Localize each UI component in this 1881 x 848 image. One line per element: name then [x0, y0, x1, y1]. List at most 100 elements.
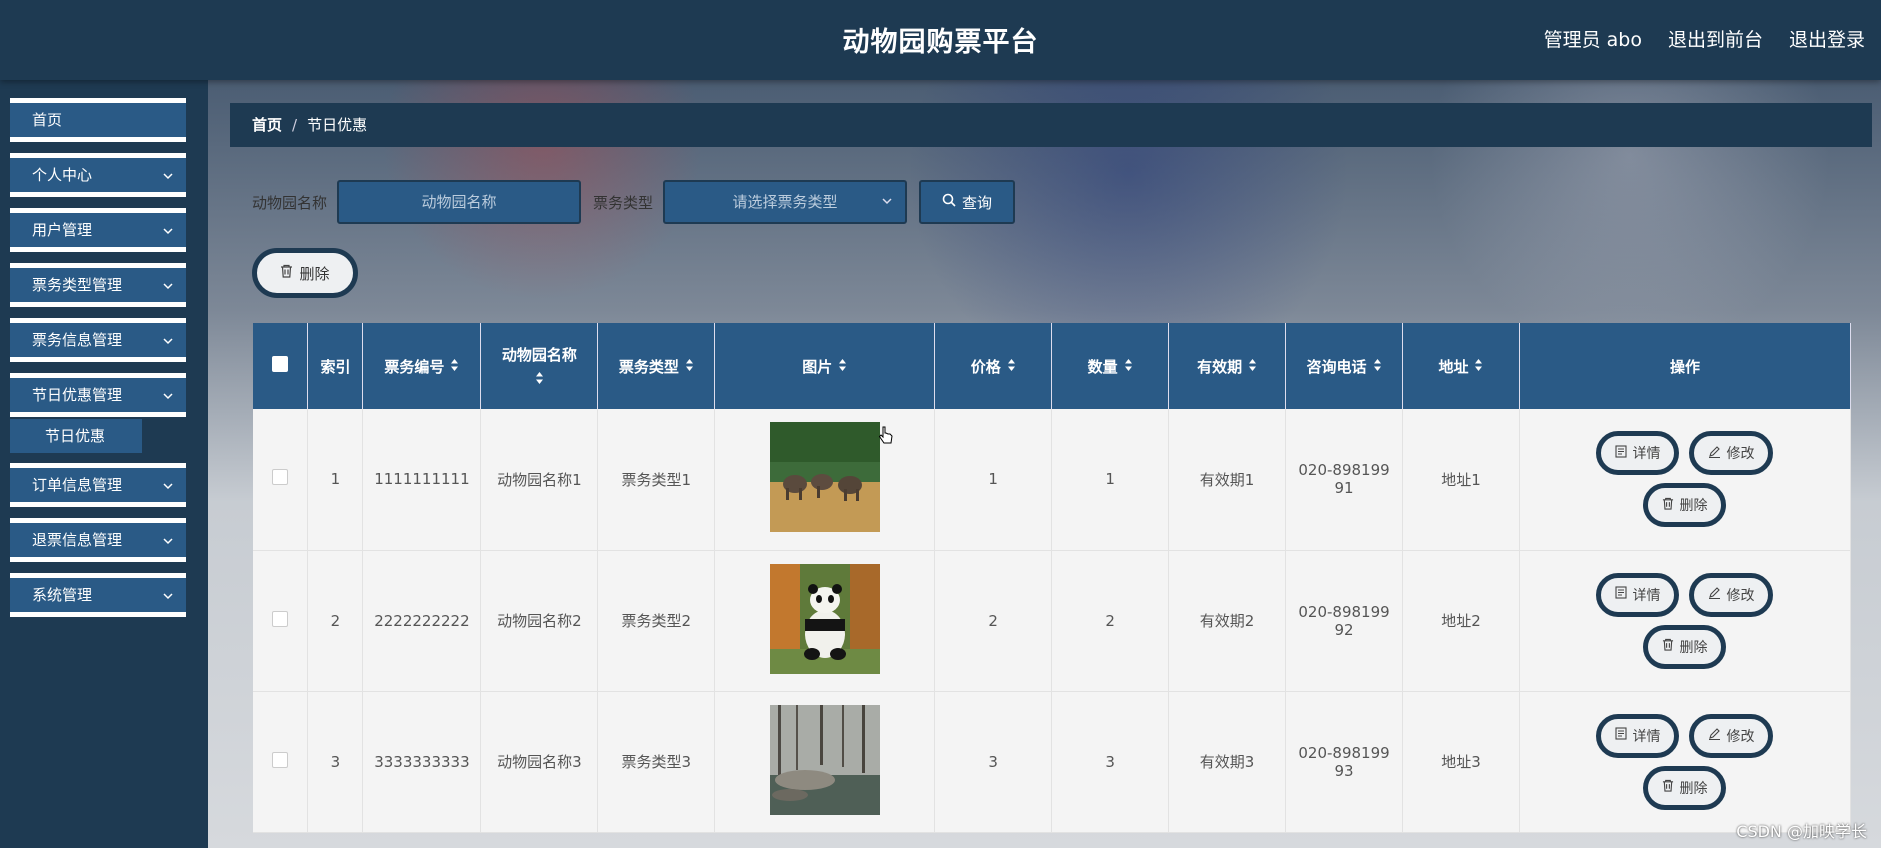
- col-phone[interactable]: 咨询电话: [1285, 323, 1404, 409]
- row-checkbox[interactable]: [272, 751, 289, 768]
- edit-button[interactable]: 修改: [1689, 431, 1774, 476]
- col-index: 索引: [307, 323, 364, 409]
- cell-phone: 020-898199 93: [1285, 691, 1404, 833]
- cell-price: 1: [934, 409, 1053, 551]
- sidebar-item-label: 退票信息管理: [32, 531, 123, 549]
- panda-image[interactable]: [769, 563, 880, 674]
- col-code[interactable]: 票务编号: [362, 323, 482, 409]
- cell-zoo: 动物园名称3: [480, 691, 599, 833]
- zoo-name-input[interactable]: 动物园名称: [337, 180, 582, 224]
- query-button[interactable]: 查询: [919, 180, 1016, 224]
- phone-line-2: 91: [1334, 479, 1354, 498]
- row-actions: 详情 修改 删除: [1585, 713, 1785, 810]
- detail-button[interactable]: 详情: [1596, 431, 1680, 476]
- delete-button[interactable]: 删除: [1643, 483, 1727, 528]
- cell-image: [714, 550, 936, 692]
- zoo-name-label: 动物园名称: [252, 193, 328, 212]
- sidebar-subitem-holiday-discount[interactable]: 节日优惠: [10, 419, 142, 453]
- cell-quantity: 2: [1051, 550, 1170, 692]
- edit-button[interactable]: 修改: [1689, 572, 1774, 617]
- col-image-label: 图片: [802, 357, 833, 376]
- phone-line-2: 93: [1334, 761, 1354, 780]
- top-bar: 动物园购票平台 管理员 abo 退出到前台 退出登录: [0, 0, 1881, 80]
- breadcrumb-current: 节日优惠: [307, 116, 368, 134]
- phone-line-1: 020-898199: [1298, 743, 1390, 762]
- sidebar-item-refund-management[interactable]: 退票信息管理: [10, 518, 186, 562]
- col-actions: 操作: [1519, 323, 1852, 409]
- sidebar-item-system-management[interactable]: 系统管理: [10, 573, 186, 617]
- col-image[interactable]: 图片: [714, 323, 936, 409]
- sidebar-item-label: 票务信息管理: [32, 331, 123, 349]
- delete-button[interactable]: 删除: [1643, 765, 1727, 810]
- edit-label: 修改: [1726, 728, 1755, 745]
- row-checkbox[interactable]: [272, 469, 289, 486]
- col-code-label: 票务编号: [384, 357, 445, 376]
- select-all-checkbox[interactable]: [272, 356, 289, 372]
- detail-label: 详情: [1632, 446, 1661, 463]
- document-icon: [1615, 445, 1628, 462]
- sidebar-item-label: 首页: [32, 111, 63, 129]
- cell-type: 票务类型3: [597, 691, 716, 833]
- col-price[interactable]: 价格: [934, 323, 1053, 409]
- sort-icon: [1373, 358, 1382, 376]
- sidebar-item-holiday-discount-management[interactable]: 节日优惠管理: [10, 373, 186, 417]
- table-header-row: 索引 票务编号 动物园名称 票务类型 图片 价格 数量 有效期 咨询电话 地址 …: [253, 323, 1852, 409]
- cell-image: [714, 691, 936, 833]
- table-row: 1 1111111111 动物园名称1 票务类型1 1 1 有效期1 020-8…: [253, 409, 1852, 551]
- ticket-type-label: 票务类型: [593, 193, 654, 212]
- sidebar-item-user-management[interactable]: 用户管理: [10, 208, 186, 252]
- col-price-label: 价格: [970, 357, 1001, 376]
- trash-icon: [280, 264, 293, 282]
- back-to-front-link[interactable]: 退出到前台: [1668, 25, 1763, 52]
- edit-button[interactable]: 修改: [1689, 713, 1774, 758]
- edit-label: 修改: [1726, 587, 1755, 604]
- admin-user-link[interactable]: 管理员 abo: [1544, 25, 1642, 52]
- row-select-cell: [253, 550, 309, 692]
- bulk-delete-button[interactable]: 删除: [252, 248, 358, 298]
- cell-price: 3: [934, 691, 1053, 833]
- ticket-type-placeholder: 请选择票务类型: [732, 193, 838, 211]
- top-links: 管理员 abo 退出到前台 退出登录: [1544, 25, 1865, 52]
- cell-address: 地址2: [1402, 550, 1520, 692]
- col-validity[interactable]: 有效期: [1168, 323, 1287, 409]
- cell-actions: 详情 修改 删除: [1519, 550, 1852, 692]
- sidebar-item-label: 系统管理: [32, 586, 93, 604]
- sidebar-item-ticket-type-management[interactable]: 票务类型管理: [10, 263, 186, 307]
- detail-button[interactable]: 详情: [1596, 713, 1680, 758]
- cell-address: 地址3: [1402, 691, 1520, 833]
- document-icon: [1615, 586, 1628, 603]
- cell-code: 1111111111: [362, 409, 482, 551]
- chevron-down-icon: [162, 523, 174, 557]
- col-type[interactable]: 票务类型: [597, 323, 716, 409]
- col-quantity-label: 数量: [1087, 357, 1118, 376]
- sort-icon: [685, 358, 694, 376]
- elephants-image[interactable]: [769, 422, 880, 533]
- col-quantity[interactable]: 数量: [1051, 323, 1170, 409]
- col-address[interactable]: 地址: [1402, 323, 1520, 409]
- row-actions: 详情 修改 删除: [1585, 572, 1785, 669]
- sort-icon: [450, 358, 459, 376]
- col-address-label: 地址: [1438, 357, 1469, 376]
- river-image[interactable]: [769, 704, 880, 815]
- cell-validity: 有效期2: [1168, 550, 1287, 692]
- sidebar-item-home[interactable]: 首页: [10, 98, 186, 142]
- search-icon: [942, 193, 956, 211]
- delete-button[interactable]: 删除: [1643, 624, 1727, 669]
- col-zoo[interactable]: 动物园名称: [480, 323, 599, 409]
- cell-zoo: 动物园名称2: [480, 550, 599, 692]
- logout-link[interactable]: 退出登录: [1789, 25, 1865, 52]
- breadcrumb: 首页 / 节日优惠: [230, 103, 1872, 147]
- row-checkbox[interactable]: [272, 610, 289, 627]
- discount-table: 索引 票务编号 动物园名称 票务类型 图片 价格 数量 有效期 咨询电话 地址 …: [253, 323, 1852, 833]
- breadcrumb-home[interactable]: 首页: [252, 116, 282, 134]
- sidebar-item-order-management[interactable]: 订单信息管理: [10, 463, 186, 507]
- sidebar-item-ticket-info-management[interactable]: 票务信息管理: [10, 318, 186, 362]
- sidebar-item-label: 个人中心: [32, 166, 93, 184]
- sort-icon: [535, 371, 544, 389]
- sidebar-item-personal-center[interactable]: 个人中心: [10, 153, 186, 197]
- select-all-header: [253, 323, 309, 409]
- detail-button[interactable]: 详情: [1596, 572, 1680, 617]
- chevron-down-icon: [162, 578, 174, 612]
- ticket-type-select[interactable]: 请选择票务类型: [663, 180, 908, 224]
- cell-phone: 020-898199 92: [1285, 550, 1404, 692]
